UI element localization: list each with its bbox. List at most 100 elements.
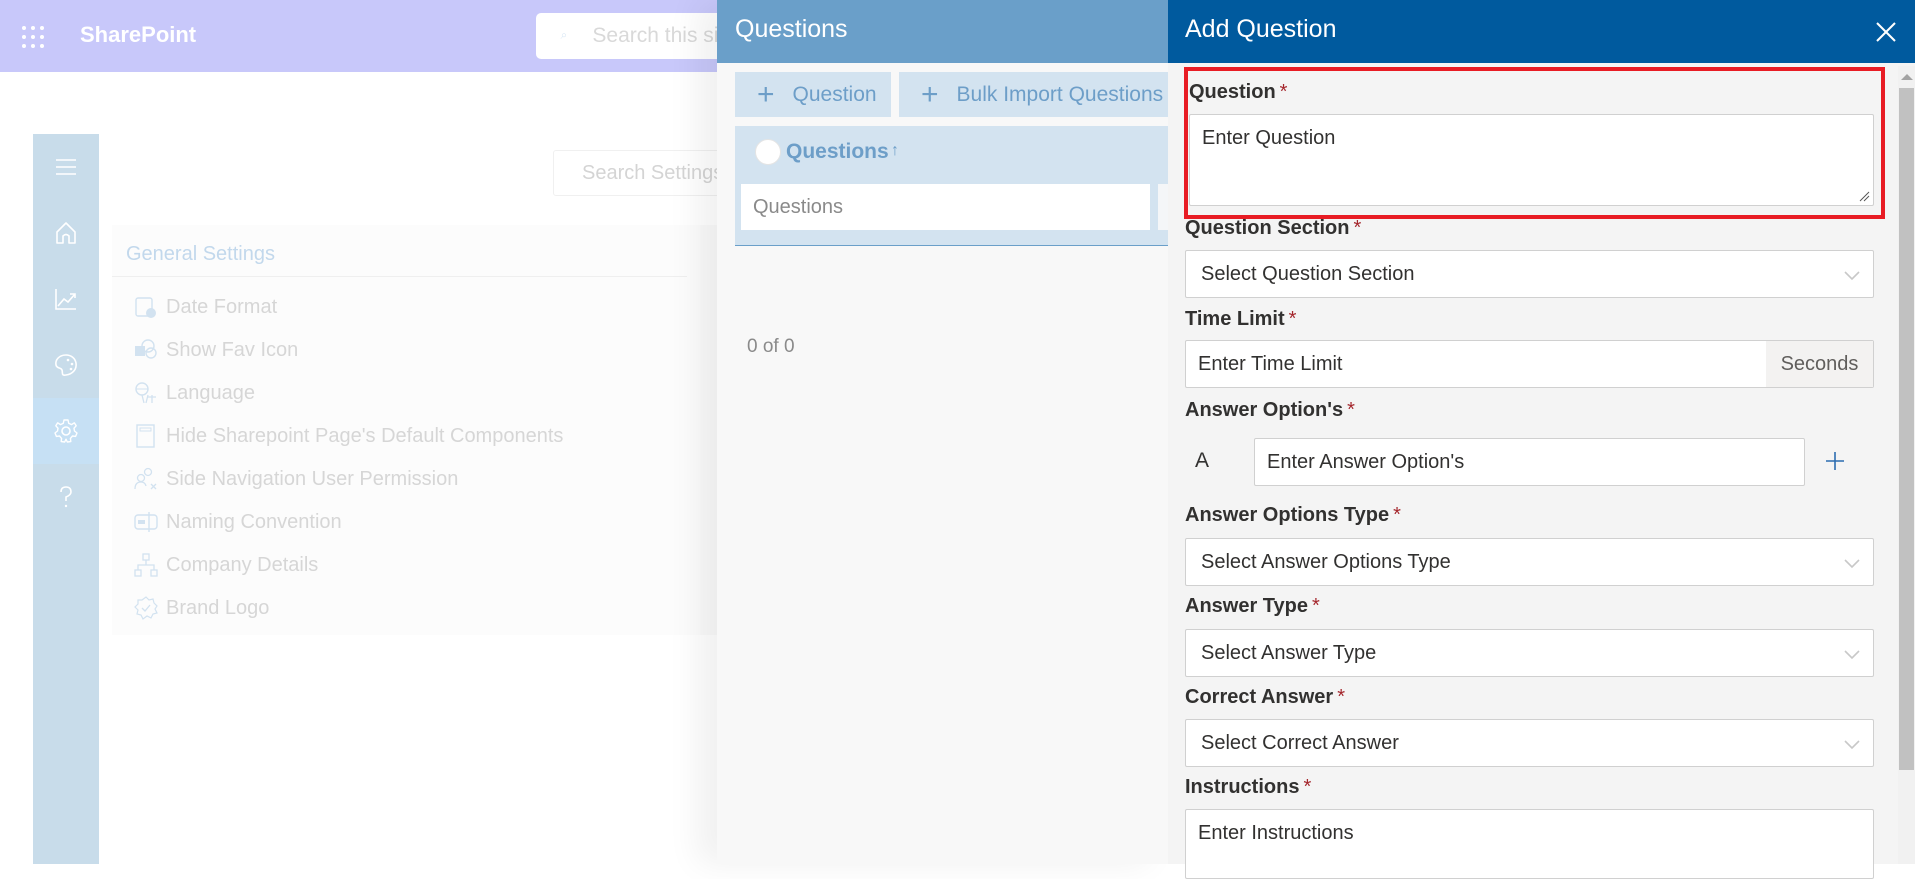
divider: [112, 276, 687, 277]
rename-icon: [134, 512, 158, 532]
setting-hide-default-components[interactable]: Hide Sharepoint Page's Default Component…: [134, 421, 563, 451]
chevron-down-icon: [1844, 650, 1860, 660]
add-question-panel: Add Question Question * Enter Question Qu…: [1168, 0, 1915, 879]
setting-label: Language: [166, 381, 255, 404]
time-limit-placeholder: Enter Time Limit: [1198, 352, 1343, 375]
verified-badge-icon: [134, 596, 158, 620]
setting-language[interactable]: Language: [134, 378, 255, 408]
close-icon: [1876, 22, 1896, 42]
help-icon: [60, 486, 72, 508]
settings-search-placeholder: Search Settings: [582, 161, 724, 184]
scrollbar-thumb[interactable]: [1899, 88, 1914, 770]
nav-home[interactable]: [33, 200, 99, 266]
time-limit-label: Time Limit *: [1185, 308, 1296, 331]
answer-option-input[interactable]: Enter Answer Option's: [1254, 438, 1805, 486]
setting-label: Company Details: [166, 553, 319, 576]
add-question-label: Question: [792, 82, 877, 106]
questions-panel: Questions + Question + Bulk Import Quest…: [717, 0, 1169, 864]
setting-label: Date Format: [166, 295, 278, 318]
correct-answer-placeholder: Select Correct Answer: [1201, 731, 1399, 754]
home-icon: [56, 222, 76, 244]
questions-filter-input[interactable]: Questions: [741, 184, 1150, 230]
setting-label: Hide Sharepoint Page's Default Component…: [166, 424, 564, 447]
questions-panel-header: Questions: [717, 0, 1169, 63]
answer-options-label-text: Answer Option's: [1185, 399, 1344, 421]
sort-ascending-icon: ↑: [891, 142, 899, 159]
question-label-text: Question: [1189, 81, 1276, 103]
questions-panel-title: Questions: [735, 15, 848, 43]
scroll-up-arrow-icon[interactable]: [1901, 74, 1913, 80]
sharepoint-icon: [135, 339, 157, 359]
nav-menu-button[interactable]: [33, 134, 99, 200]
chevron-down-icon: [1844, 271, 1860, 281]
setting-brand-logo[interactable]: Brand Logo: [134, 593, 269, 623]
instructions-placeholder: Enter Instructions: [1198, 822, 1354, 844]
add-question-title: Add Question: [1185, 15, 1337, 43]
left-navigation: [33, 134, 99, 864]
nav-settings[interactable]: [33, 398, 99, 464]
app-title[interactable]: SharePoint: [80, 22, 196, 48]
search-icon: [560, 33, 566, 39]
answer-type-label: Answer Type *: [1185, 595, 1320, 618]
answer-type-dropdown[interactable]: Select Answer Type: [1185, 629, 1874, 677]
app-launcher-icon[interactable]: [20, 24, 46, 50]
correct-answer-label-text: Correct Answer: [1185, 686, 1334, 708]
answer-type-label-text: Answer Type: [1185, 595, 1308, 617]
select-all-checkbox[interactable]: [755, 139, 781, 165]
answer-options-type-dropdown[interactable]: Select Answer Options Type: [1185, 538, 1874, 586]
setting-side-nav-permission[interactable]: Side Navigation User Permission: [134, 464, 458, 494]
setting-show-fav-icon[interactable]: Show Fav Icon: [134, 335, 298, 365]
gear-icon: [54, 419, 78, 443]
close-button[interactable]: [1872, 18, 1900, 46]
site-search-box[interactable]: Search this site: [536, 13, 736, 59]
setting-company-details[interactable]: Company Details: [134, 550, 318, 580]
nav-help[interactable]: [33, 464, 99, 530]
site-search-placeholder: Search this site: [592, 24, 736, 47]
setting-date-format[interactable]: Date Format: [134, 292, 277, 322]
pagination-count: 0 of 0: [747, 336, 795, 357]
question-section-label: Question Section *: [1185, 217, 1361, 240]
setting-label: Show Fav Icon: [166, 338, 299, 361]
required-marker: *: [1312, 595, 1320, 617]
add-question-header: Add Question: [1168, 0, 1915, 63]
setting-naming-convention[interactable]: Naming Convention: [134, 507, 342, 537]
required-marker: *: [1279, 81, 1288, 103]
plus-icon: [1826, 452, 1844, 470]
bulk-import-questions-button[interactable]: + Bulk Import Questions: [899, 72, 1169, 117]
column-header-questions[interactable]: Questions: [786, 140, 889, 164]
time-limit-unit-suffix: Seconds: [1766, 341, 1873, 387]
answer-options-type-label-text: Answer Options Type: [1185, 504, 1390, 526]
time-limit-label-text: Time Limit: [1185, 308, 1285, 330]
option-letter: A: [1195, 449, 1210, 472]
setting-label: Naming Convention: [166, 510, 342, 533]
resize-grip-icon[interactable]: [1858, 190, 1870, 202]
page-icon: [136, 424, 155, 448]
required-marker: *: [1393, 504, 1401, 526]
bulk-import-label: Bulk Import Questions: [956, 82, 1164, 106]
palette-icon: [55, 354, 77, 376]
required-marker: *: [1353, 217, 1362, 239]
org-chart-icon: [134, 553, 158, 577]
panel-scrollbar[interactable]: [1898, 66, 1915, 864]
chevron-down-icon: [1844, 740, 1860, 750]
chevron-down-icon: [1844, 559, 1860, 569]
add-option-button[interactable]: [1820, 446, 1850, 476]
answer-options-type-label: Answer Options Type *: [1185, 504, 1401, 527]
setting-label: Side Navigation User Permission: [166, 467, 459, 490]
add-question-button[interactable]: + Question: [735, 72, 891, 117]
required-marker: *: [1337, 686, 1345, 708]
question-section-dropdown[interactable]: Select Question Section: [1185, 250, 1874, 298]
users-permission-icon: [134, 467, 157, 490]
correct-answer-dropdown[interactable]: Select Correct Answer: [1185, 719, 1874, 767]
question-section-placeholder: Select Question Section: [1201, 262, 1415, 285]
question-label: Question *: [1189, 81, 1287, 104]
time-limit-input[interactable]: Enter Time Limit Seconds: [1185, 340, 1874, 388]
settings-search-box[interactable]: Search Settings: [553, 150, 723, 196]
required-marker: *: [1347, 399, 1355, 421]
nav-analytics[interactable]: [33, 266, 99, 332]
instructions-textarea[interactable]: Enter Instructions: [1185, 809, 1874, 879]
plus-icon: +: [757, 77, 775, 111]
answer-type-placeholder: Select Answer Type: [1201, 641, 1377, 664]
nav-theme[interactable]: [33, 332, 99, 398]
question-textarea[interactable]: Enter Question: [1189, 114, 1874, 206]
